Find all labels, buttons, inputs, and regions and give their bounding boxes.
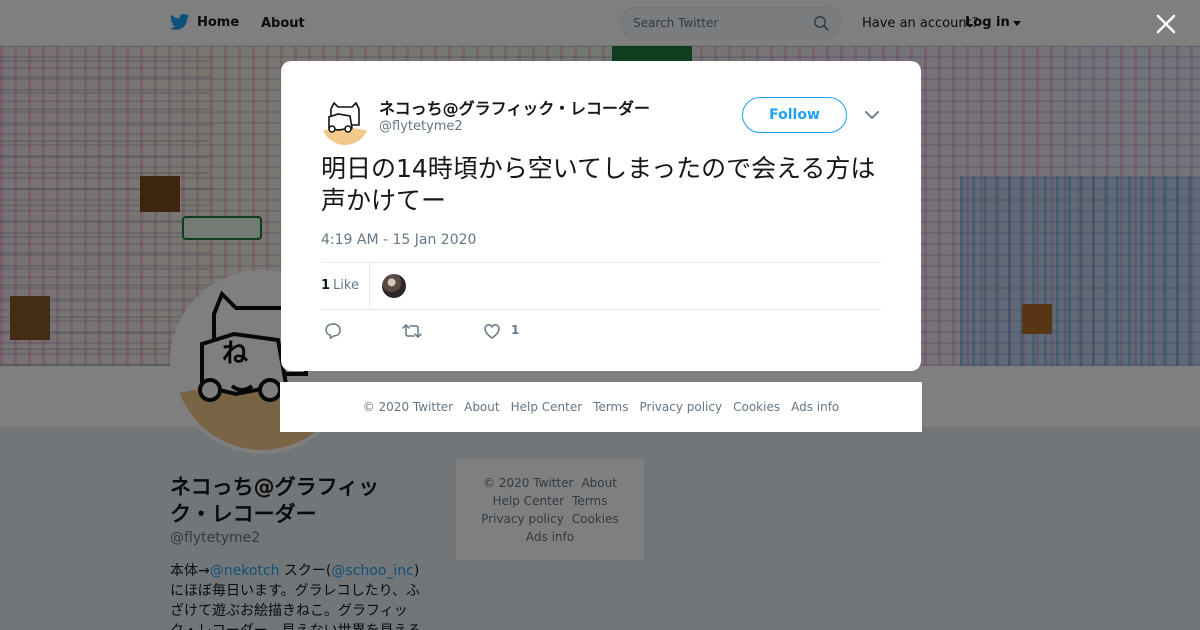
liker-avatar[interactable] (382, 274, 406, 298)
footer-link-about[interactable]: About (464, 400, 499, 414)
likes-stat[interactable]: 1 Like (321, 278, 359, 293)
chevron-down-icon[interactable] (865, 109, 879, 121)
cat-avatar-illustration (321, 97, 369, 145)
like-action-count: 1 (511, 323, 520, 337)
footer-copyright: © 2020 Twitter (362, 400, 454, 414)
tweet-author-avatar[interactable] (321, 97, 369, 145)
tweet-author-name[interactable]: ネコっち@グラフィック・レコーダー (379, 95, 650, 119)
reply-icon[interactable] (324, 322, 342, 340)
stats-divider (369, 263, 370, 309)
close-icon[interactable] (1156, 14, 1176, 34)
tweet-modal: ネコっち@グラフィック・レコーダー @flytetyme2 Follow 明日の… (281, 61, 921, 371)
footer-link-privacy[interactable]: Privacy policy (640, 400, 723, 414)
tweet-stats: 1 Like (321, 262, 881, 310)
tweet-timestamp[interactable]: 4:19 AM - 15 Jan 2020 (321, 232, 476, 248)
retweet-icon[interactable] (402, 322, 422, 340)
tweet-author-handle[interactable]: @flytetyme2 (379, 119, 463, 134)
likes-label: Like (333, 278, 359, 293)
heart-icon[interactable] (483, 322, 501, 340)
footer-link-terms[interactable]: Terms (593, 400, 628, 414)
follow-button[interactable]: Follow (742, 97, 847, 133)
footer-link-cookies[interactable]: Cookies (733, 400, 780, 414)
tweet-text: 明日の14時頃から空いてしまったので会える方は声かけてー (321, 154, 876, 215)
likes-count: 1 (321, 278, 331, 293)
footer-link-ads[interactable]: Ads info (791, 400, 839, 414)
modal-footer: © 2020 Twitter About Help Center Terms P… (280, 382, 922, 432)
footer-link-help[interactable]: Help Center (511, 400, 583, 414)
